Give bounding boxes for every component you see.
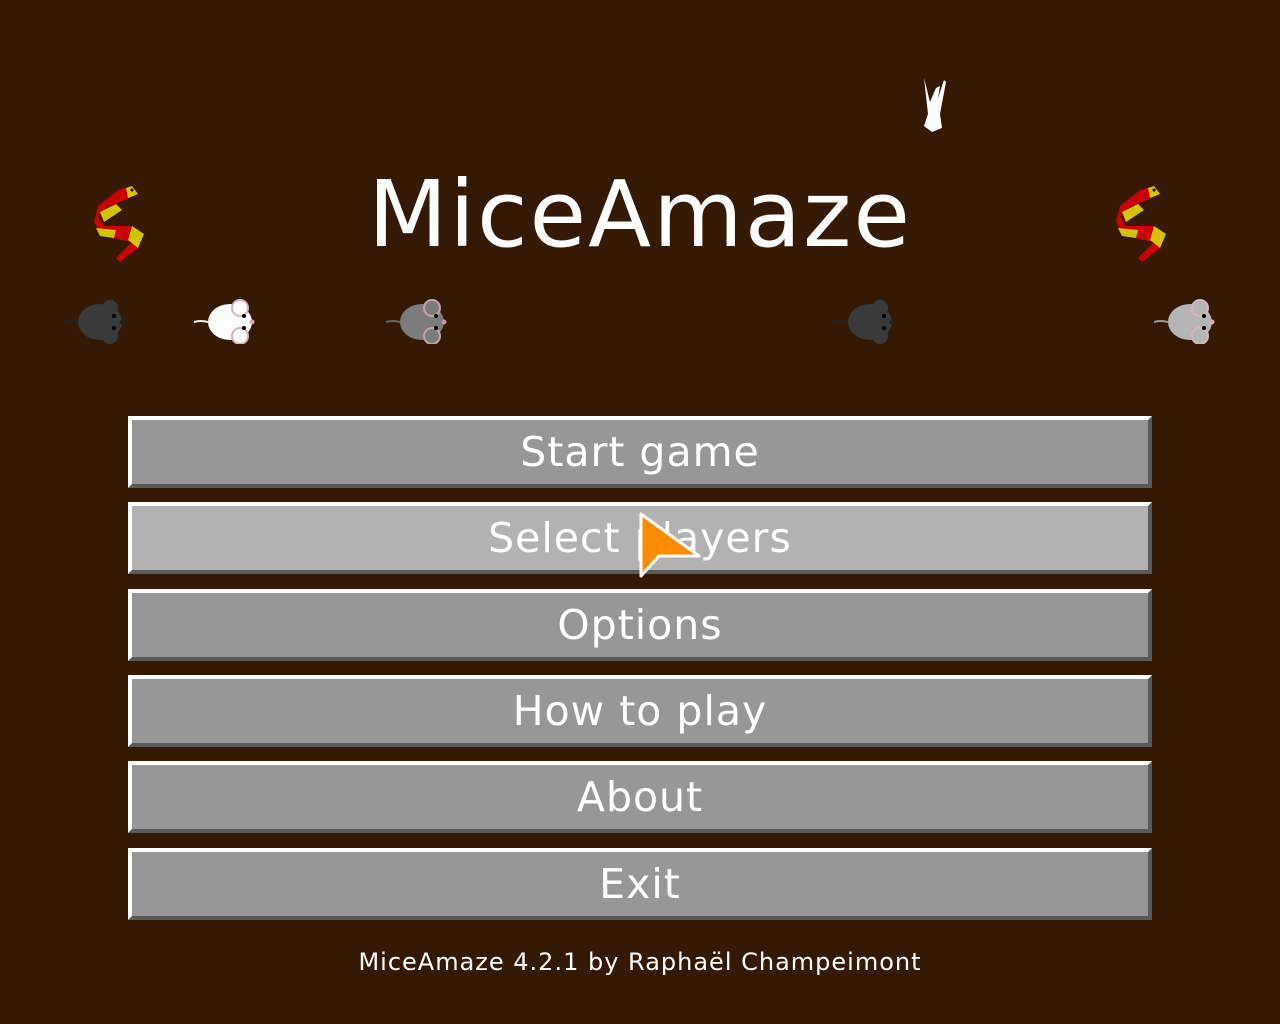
pointer-cursor-icon bbox=[639, 512, 701, 578]
dark-gray-mouse-icon bbox=[834, 300, 895, 344]
options-button[interactable]: Options bbox=[128, 589, 1152, 661]
version-credit: MiceAmaze 4.2.1 by Raphaël Champeimont bbox=[358, 948, 922, 976]
light-gray-mouse-icon bbox=[1154, 299, 1215, 344]
exit-button[interactable]: Exit bbox=[128, 848, 1152, 920]
start-game-button[interactable]: Start game bbox=[128, 416, 1152, 488]
hand-icon bbox=[924, 78, 946, 132]
how-to-play-button[interactable]: How to play bbox=[128, 675, 1152, 747]
white-mouse-icon bbox=[194, 299, 255, 344]
about-button[interactable]: About bbox=[128, 761, 1152, 833]
dark-gray-mouse-icon bbox=[64, 300, 125, 344]
gray-mouse-icon bbox=[386, 299, 447, 344]
game-title: MiceAmaze bbox=[368, 161, 912, 268]
